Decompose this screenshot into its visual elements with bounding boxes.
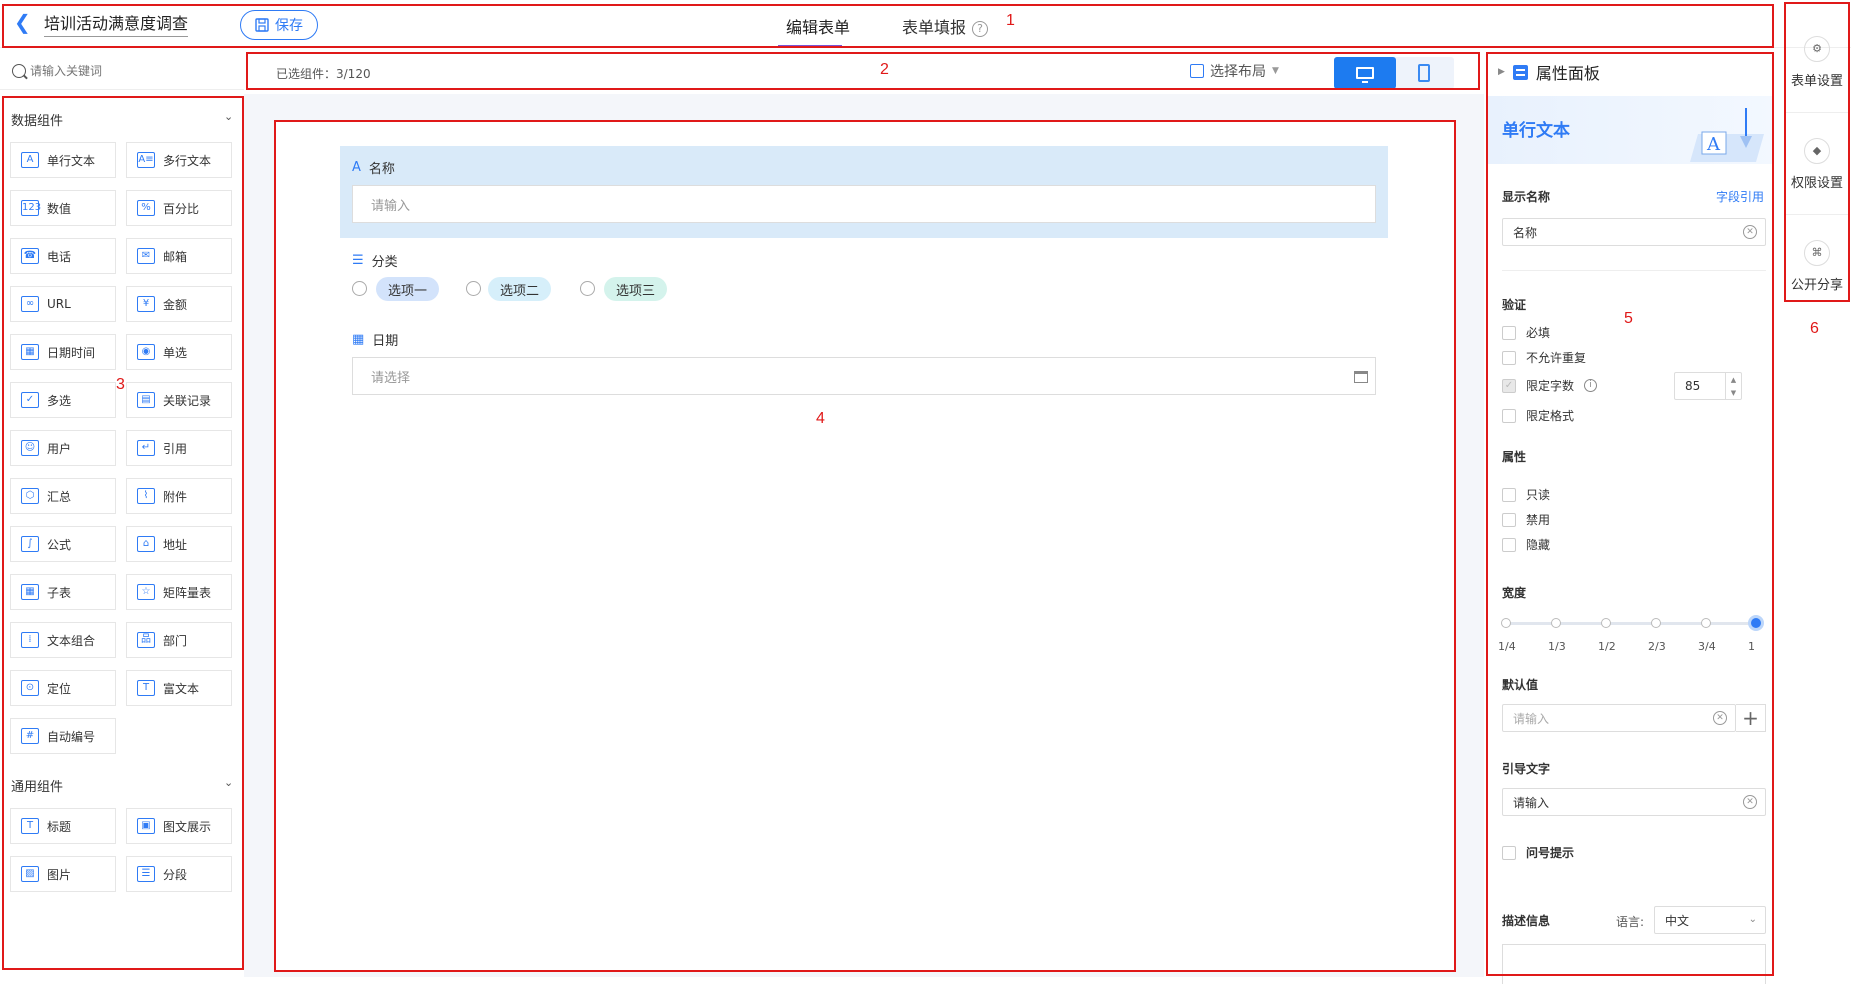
annotation-box-1 — [2, 4, 1774, 48]
search-input[interactable] — [30, 60, 230, 82]
annotation-box-3 — [2, 96, 244, 970]
annotation-box-6 — [1784, 2, 1850, 302]
component-search — [0, 52, 244, 90]
annotation-number-2: 2 — [880, 61, 889, 78]
annotation-number-3: 3 — [116, 376, 125, 393]
annotation-box-4 — [274, 120, 1456, 972]
search-icon — [12, 64, 26, 78]
annotation-box-5 — [1486, 52, 1774, 976]
annotation-number-4: 4 — [816, 410, 825, 427]
annotation-number-6: 6 — [1810, 320, 1819, 337]
annotation-number-1: 1 — [1006, 12, 1015, 29]
annotation-box-2 — [246, 52, 1480, 90]
annotation-number-5: 5 — [1624, 310, 1633, 327]
